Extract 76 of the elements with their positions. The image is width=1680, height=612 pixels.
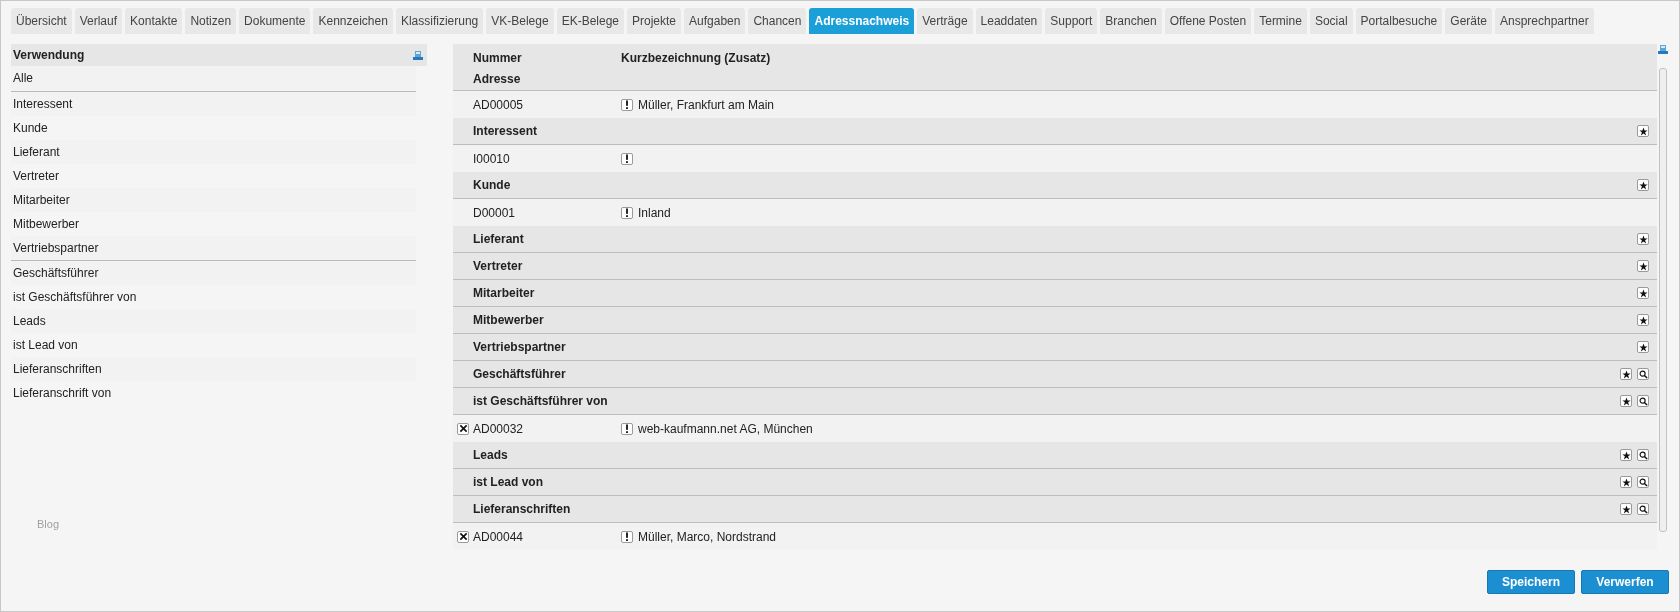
- tab[interactable]: Übersicht: [11, 8, 72, 34]
- remove-icon[interactable]: [457, 422, 469, 435]
- group-label: Adresse: [473, 72, 521, 86]
- discard-button[interactable]: Verwerfen: [1581, 570, 1669, 594]
- address-number: AD00044: [473, 529, 524, 544]
- tab[interactable]: Klassifizierung: [395, 8, 484, 34]
- exclamation-icon[interactable]: [621, 98, 633, 111]
- tab[interactable]: Branchen: [1100, 8, 1162, 34]
- star-icon[interactable]: [1637, 179, 1649, 191]
- address-number: D00001: [473, 205, 516, 220]
- group-label: Mitbewerber: [473, 313, 544, 327]
- group-label: Lieferanschriften: [473, 502, 571, 516]
- tab[interactable]: Dokumente: [239, 8, 311, 34]
- address-name: web-kaufmann.net AG, München: [638, 421, 813, 436]
- tab[interactable]: Termine: [1254, 8, 1307, 34]
- tab[interactable]: Offene Posten: [1164, 8, 1252, 34]
- star-icon[interactable]: [1637, 314, 1649, 326]
- tab[interactable]: Geräte: [1445, 8, 1492, 34]
- tab[interactable]: Notizen: [185, 8, 237, 34]
- star-icon[interactable]: [1620, 503, 1632, 515]
- tab[interactable]: Portalbesuche: [1355, 8, 1443, 34]
- save-button[interactable]: Speichern: [1487, 570, 1575, 594]
- star-icon[interactable]: [1637, 260, 1649, 272]
- tab[interactable]: Leaddaten: [975, 8, 1043, 34]
- tab[interactable]: Social: [1309, 8, 1353, 34]
- search-icon[interactable]: [1637, 395, 1649, 407]
- group-label: Vertriebspartner: [473, 340, 566, 354]
- exclamation-icon[interactable]: [621, 206, 633, 219]
- export-icon[interactable]: [1658, 44, 1668, 54]
- group-label: Mitarbeiter: [473, 286, 535, 300]
- column-header: Verwendung: [13, 48, 85, 62]
- address-number: I00010: [473, 151, 510, 166]
- tab[interactable]: Kennzeichen: [313, 8, 393, 34]
- star-icon[interactable]: [1637, 233, 1649, 245]
- address-name: Inland: [638, 205, 671, 220]
- star-icon[interactable]: [1637, 341, 1649, 353]
- star-icon[interactable]: [1620, 476, 1632, 488]
- group-label: Interessent: [473, 124, 538, 138]
- column-header: Kurzbezeichnung (Zusatz): [621, 51, 771, 65]
- address-name: Müller, Marco, Nordstrand: [638, 529, 777, 544]
- star-icon[interactable]: [1637, 287, 1649, 299]
- group-label: Lieferant: [473, 232, 524, 246]
- group-label: ist Lead von: [473, 475, 543, 489]
- tab[interactable]: VK-Belege: [486, 8, 554, 34]
- star-icon[interactable]: [1620, 395, 1632, 407]
- tab[interactable]: Support: [1045, 8, 1098, 34]
- tab[interactable]: Verlauf: [74, 8, 123, 34]
- star-icon[interactable]: [1620, 449, 1632, 461]
- search-icon[interactable]: [1637, 449, 1649, 461]
- tab[interactable]: EK-Belege: [556, 8, 624, 34]
- tab[interactable]: Verträge: [917, 8, 973, 34]
- search-icon[interactable]: [1637, 368, 1649, 380]
- star-icon[interactable]: [1620, 368, 1632, 380]
- tab[interactable]: Ansprechpartner: [1495, 8, 1594, 34]
- tab[interactable]: Chancen: [748, 8, 807, 34]
- remove-icon[interactable]: [457, 530, 469, 543]
- address-name: Müller, Frankfurt am Main: [638, 97, 775, 112]
- group-label: Leads: [473, 448, 508, 462]
- exclamation-icon[interactable]: [621, 422, 633, 435]
- search-icon[interactable]: [1637, 476, 1649, 488]
- exclamation-icon[interactable]: [621, 530, 633, 543]
- exclamation-icon[interactable]: [621, 152, 633, 165]
- star-icon[interactable]: [1637, 125, 1649, 137]
- export-icon[interactable]: [413, 50, 423, 60]
- address-number: AD00032: [473, 421, 524, 436]
- group-label: ist Geschäftsführer von: [473, 394, 608, 408]
- scrollbar[interactable]: [1659, 68, 1667, 532]
- tab[interactable]: Aufgaben: [684, 8, 746, 34]
- address-number: AD00005: [473, 97, 524, 112]
- column-header: Nummer: [473, 51, 522, 65]
- group-label: Geschäftsführer: [473, 367, 566, 381]
- tab[interactable]: Kontakte: [125, 8, 183, 34]
- search-icon[interactable]: [1637, 503, 1649, 515]
- group-label: Vertreter: [473, 259, 523, 273]
- tab[interactable]: Projekte: [627, 8, 682, 34]
- group-label: Kunde: [473, 178, 511, 192]
